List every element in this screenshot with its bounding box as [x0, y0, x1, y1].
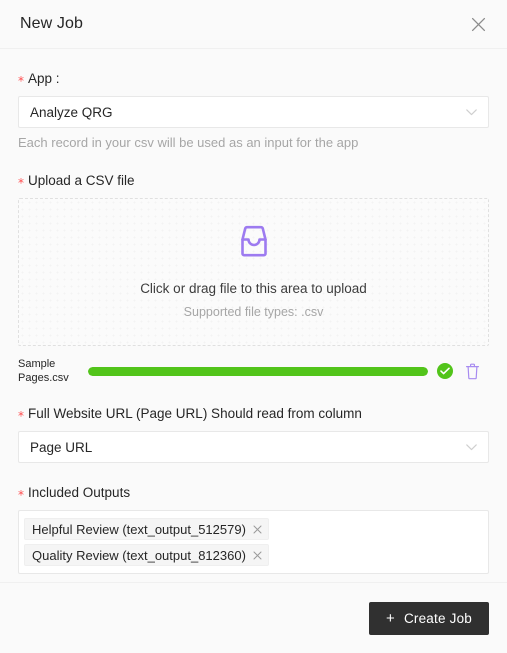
- output-tag[interactable]: Helpful Review (text_output_512579): [24, 518, 269, 540]
- chevron-down-icon: [466, 108, 477, 116]
- tag-row: Helpful Review (text_output_512579): [24, 516, 483, 542]
- app-label-text: App :: [28, 71, 60, 86]
- close-icon[interactable]: [253, 551, 262, 560]
- close-icon[interactable]: [253, 525, 262, 534]
- app-field-label: * App :: [18, 71, 489, 87]
- url-label-text: Full Website URL (Page URL) Should read …: [28, 406, 362, 421]
- progress-fill: [88, 366, 428, 376]
- dropzone-secondary-text: Supported file types: .csv: [183, 305, 324, 319]
- app-select-value: Analyze QRG: [30, 104, 113, 120]
- chevron-down-icon: [466, 443, 477, 451]
- tag-row: Quality Review (text_output_812360): [24, 542, 483, 568]
- file-dropzone[interactable]: Click or drag file to this area to uploa…: [18, 198, 489, 346]
- outputs-field-label: * Included Outputs: [18, 485, 489, 501]
- uploaded-file-row: Sample Pages.csv: [18, 354, 489, 388]
- create-job-label: Create Job: [403, 610, 472, 626]
- outputs-label-text: Included Outputs: [28, 485, 131, 500]
- create-job-button[interactable]: + Create Job: [368, 601, 489, 635]
- url-field-label: * Full Website URL (Page URL) Should read…: [18, 406, 489, 422]
- output-tag-label: Quality Review (text_output_812360): [32, 547, 246, 563]
- app-select[interactable]: Analyze QRG: [18, 96, 489, 128]
- required-marker: *: [18, 176, 24, 190]
- upload-label-text: Upload a CSV file: [28, 173, 135, 188]
- included-outputs-select[interactable]: Helpful Review (text_output_512579) Qual…: [18, 510, 489, 574]
- url-column-select-value: Page URL: [30, 439, 93, 455]
- new-job-modal: New Job * App : Analyze QRG Each record i…: [0, 0, 507, 653]
- uploaded-file-name[interactable]: Sample Pages.csv: [18, 357, 78, 385]
- modal-body: * App : Analyze QRG Each record in your c…: [0, 49, 507, 582]
- url-column-select[interactable]: Page URL: [18, 431, 489, 463]
- dropzone-primary-text: Click or drag file to this area to uploa…: [140, 281, 367, 296]
- plus-icon: +: [385, 609, 395, 627]
- inbox-tray-icon: [235, 225, 273, 259]
- modal-footer: + Create Job: [0, 582, 507, 653]
- check-circle-icon: [437, 363, 453, 379]
- app-field-hint: Each record in your csv will be used as …: [18, 135, 359, 150]
- required-marker: *: [18, 488, 24, 502]
- output-tag[interactable]: Quality Review (text_output_812360): [24, 544, 269, 566]
- required-marker: *: [18, 409, 24, 423]
- progress-track: [88, 366, 428, 376]
- trash-icon[interactable]: [459, 363, 485, 380]
- required-marker: *: [18, 74, 24, 88]
- modal-header: New Job: [0, 0, 507, 49]
- close-icon[interactable]: [465, 11, 491, 37]
- upload-progress: [88, 363, 453, 379]
- upload-field-label: * Upload a CSV file: [18, 173, 489, 189]
- page-title: New Job: [20, 15, 83, 32]
- output-tag-label: Helpful Review (text_output_512579): [32, 521, 246, 537]
